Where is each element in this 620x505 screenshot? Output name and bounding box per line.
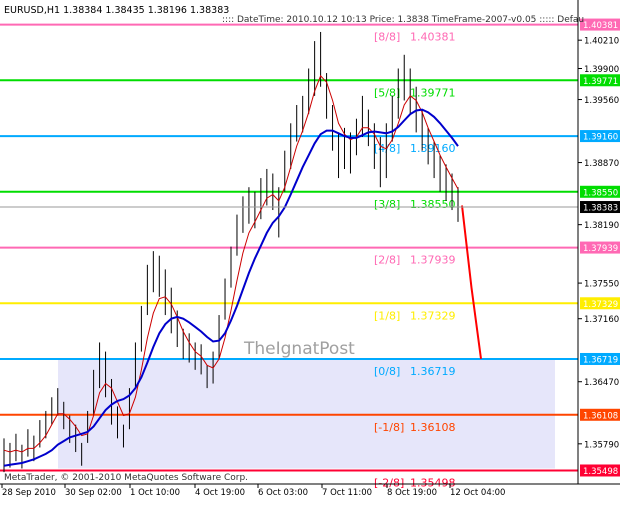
x-tick-label: 4 Oct 19:00 [195, 488, 245, 498]
symbol-label: EURUSD,H1 1.38384 1.38435 1.38196 1.3838… [4, 5, 229, 16]
chart-canvas[interactable]: [8/8] 1.40381 [5/8] 1.39771 [4/8] 1.39160 [3/8… [0, 0, 620, 501]
y-tick-label: 1.38190 [584, 221, 619, 231]
murrey-level-price: 1.39771 [410, 86, 456, 99]
x-tick-label: 1 Oct 10:00 [130, 488, 180, 498]
x-tick-label: 12 Oct 04:00 [450, 488, 505, 498]
y-tick-label: 1.35790 [584, 440, 619, 450]
murrey-level-price: 1.36719 [410, 365, 456, 378]
y-tick-label: 1.40210 [584, 37, 619, 47]
copyright-text: MetaTrader, © 2001-2010 MetaQuotes Softw… [4, 473, 248, 483]
range-zone-layer [58, 358, 555, 469]
murrey-level-label: [8/8] [374, 31, 400, 44]
murrey-level-label: [2/8] [374, 254, 400, 267]
level-price-tag-text: 1.35498 [583, 467, 618, 477]
y-tick-label: 1.39900 [584, 65, 619, 75]
watermark-text: TheIgnatPost [243, 339, 355, 359]
murrey-level-price: 1.37939 [410, 254, 456, 267]
level-price-tag-text: 1.39771 [583, 77, 618, 87]
murrey-level-price: 1.39160 [410, 142, 456, 155]
murrey-level-label: [-1/8] [374, 421, 404, 434]
y-tick-label: 1.39560 [584, 96, 619, 106]
y-tick-label: 1.36470 [584, 378, 619, 388]
range-zone-rect [58, 358, 555, 469]
y-tick-label: 1.37160 [584, 315, 619, 325]
level-price-tag-text: 1.36719 [583, 355, 618, 365]
x-tick-label: 6 Oct 03:00 [258, 488, 308, 498]
price-chart[interactable]: [8/8] 1.40381 [5/8] 1.39771 [4/8] 1.39160 [3/8… [0, 0, 620, 501]
level-price-tag-text: 1.38550 [583, 188, 618, 198]
y-tick-label: 1.37550 [584, 280, 619, 290]
level-price-tag-text: 1.40381 [583, 21, 618, 31]
murrey-level-price: 1.40381 [410, 31, 456, 44]
level-price-tag-text: 1.36108 [583, 411, 618, 421]
x-tick-label: 8 Oct 19:00 [387, 488, 437, 498]
murrey-level-price: 1.36108 [410, 421, 456, 434]
x-tick-label: 7 Oct 11:00 [322, 488, 372, 498]
x-tick-label: 30 Sep 02:00 [65, 488, 122, 498]
info-line: :::: DateTime: 2010.10.12 10:13 Price: 1… [222, 15, 584, 25]
level-price-tag-text: 1.37939 [583, 244, 618, 254]
murrey-level-label: [0/8] [374, 365, 400, 378]
murrey-level-label: [4/8] [374, 142, 400, 155]
murrey-level-price: 1.37329 [410, 309, 456, 322]
murrey-level-label: [3/8] [374, 198, 400, 211]
murrey-level-label: [1/8] [374, 309, 400, 322]
level-price-tag-text: 1.39160 [583, 133, 618, 143]
current-price-tag-text: 1.38383 [583, 204, 618, 214]
murrey-level-price: 1.38550 [410, 198, 456, 211]
x-tick-label: 28 Sep 2010 [2, 488, 56, 498]
murrey-level-label: [5/8] [374, 86, 400, 99]
level-price-tag-text: 1.37329 [583, 300, 618, 310]
y-tick-label: 1.38870 [584, 159, 619, 169]
